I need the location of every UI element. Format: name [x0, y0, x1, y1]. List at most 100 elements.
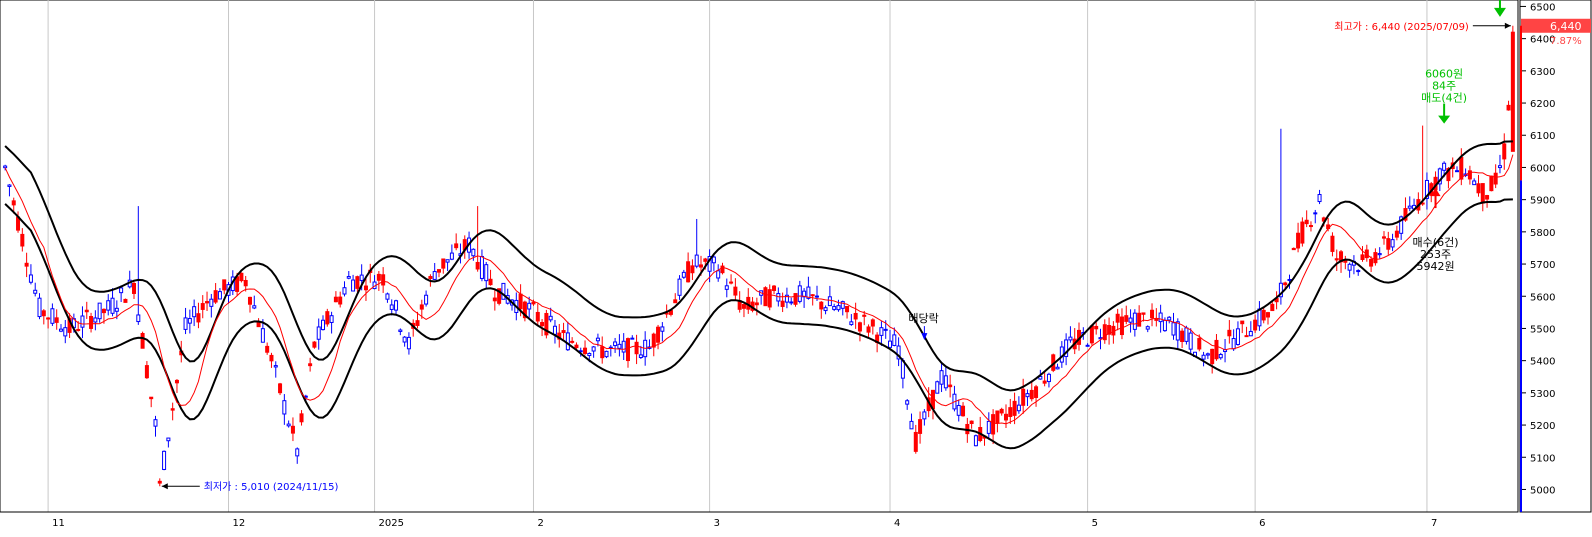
candle-body [174, 379, 179, 384]
candle-body [136, 314, 141, 323]
candle-body [1089, 325, 1094, 344]
candle-body [913, 431, 918, 452]
candle-body [1244, 335, 1249, 338]
candle-body [1442, 162, 1447, 171]
candle-body [355, 276, 360, 289]
candle-body [1175, 321, 1180, 341]
candle-body [999, 408, 1004, 414]
candle-body [1029, 389, 1034, 400]
candle-body [1480, 183, 1485, 204]
stock-chart: 11 12 2025 2 3 4 5 6 7 5000 5100 5200 5300 5400 5500 56… [0, 0, 1592, 537]
candle-body [836, 305, 841, 311]
x-tick-label: 6 [1259, 518, 1265, 529]
change-percent: 7.87% [1550, 36, 1582, 47]
candle-body [7, 184, 12, 187]
candle-body [814, 295, 819, 298]
candle-body [144, 365, 149, 379]
candle-body [587, 352, 592, 357]
candle-body [265, 345, 270, 353]
candle-body [1197, 338, 1202, 350]
candle-body [1218, 354, 1223, 359]
candle-body [217, 291, 222, 300]
candle-body [1377, 253, 1382, 256]
candle-body [183, 317, 188, 330]
candle-body [454, 243, 459, 249]
candle-body [76, 328, 81, 331]
candle-body [256, 322, 261, 328]
candle-body [1248, 330, 1253, 337]
candle-body [436, 269, 441, 273]
candle-body [1386, 238, 1391, 250]
candle-body [50, 308, 55, 324]
candle-body [1308, 225, 1313, 228]
candle-body [101, 308, 106, 314]
y-tick-label: 5400 [1530, 357, 1555, 368]
candle-body [939, 370, 944, 385]
y-tick-label: 6300 [1530, 67, 1555, 78]
candle-body [1184, 327, 1189, 342]
candle-body [995, 410, 1000, 424]
candle-body [1231, 338, 1236, 350]
candle-body [119, 287, 124, 294]
candle-body [269, 354, 274, 362]
candle-body [694, 254, 699, 267]
candle-body [329, 315, 334, 323]
candle-body [1493, 172, 1498, 185]
candle-body [634, 341, 639, 355]
candle-body [54, 317, 59, 323]
candle-body [406, 336, 411, 350]
candle-body [84, 309, 89, 313]
candle-body [527, 302, 532, 310]
candle-body [656, 326, 661, 343]
candle-body [243, 279, 248, 287]
candle-body [123, 298, 128, 303]
candle-body [1296, 232, 1301, 249]
candle-body [922, 411, 927, 420]
candle-body [613, 341, 618, 347]
candle-body [1291, 247, 1296, 251]
current-price-value: 6,440 [1550, 20, 1582, 33]
candle-body [956, 405, 961, 416]
candle-body [918, 419, 923, 434]
candle-body [1021, 388, 1026, 406]
candle-body [973, 435, 978, 447]
candlestick-chart-svg: 11 12 2025 2 3 4 5 6 7 5000 5100 5200 5300 5400 5500 56… [0, 0, 1592, 529]
candle-body [200, 303, 205, 310]
candle-body [1455, 170, 1460, 173]
candle-body [28, 274, 33, 283]
candle-body [673, 299, 678, 304]
candle-body [1158, 312, 1163, 323]
candle-body [58, 328, 63, 332]
y-tick-label: 5300 [1530, 389, 1555, 400]
candle-body [1407, 205, 1412, 209]
candle-body [832, 306, 837, 310]
candle-body [428, 276, 433, 279]
candle-body [849, 321, 854, 326]
candle-body [1094, 325, 1099, 330]
candle-body [1235, 328, 1240, 345]
candle-body [621, 340, 626, 353]
candle-body [797, 285, 802, 302]
x-tick-label: 2025 [379, 518, 404, 529]
candle-body [93, 317, 98, 323]
candle-body [80, 315, 85, 328]
candle-body [767, 289, 772, 308]
candle-body [235, 276, 240, 292]
candle-body [574, 344, 579, 349]
candle-body [1330, 235, 1335, 252]
candle-body [961, 405, 966, 417]
low-price-label: 최저가 : 5,010 (2024/11/15) [204, 481, 339, 493]
candle-body [376, 273, 381, 281]
candle-body [222, 279, 227, 291]
ex-dividend-label: 배당락 [908, 312, 938, 325]
candle-body [445, 259, 450, 263]
candle-body [1347, 263, 1352, 271]
candle-body [381, 274, 386, 286]
candle-body [247, 296, 252, 305]
candle-body [282, 400, 287, 415]
y-tick-label: 6500 [1530, 2, 1555, 13]
x-tick-label: 5 [1092, 518, 1098, 529]
candle-body [424, 294, 429, 305]
candle-body [1300, 221, 1305, 244]
candle-body [686, 261, 691, 283]
